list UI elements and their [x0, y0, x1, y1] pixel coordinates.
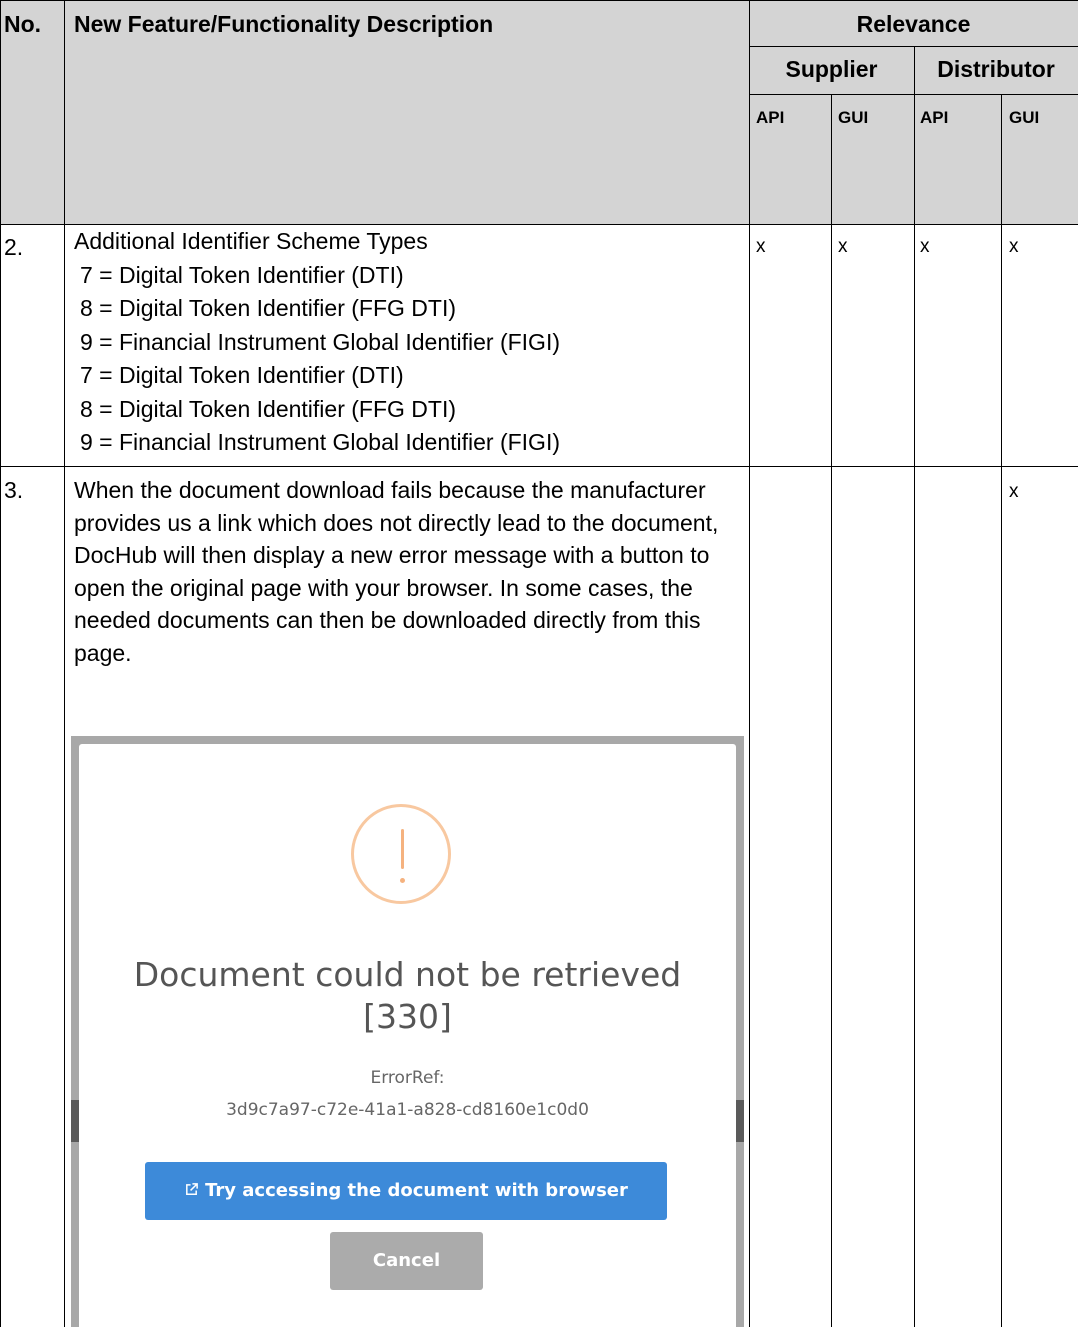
- grid-line: [0, 0, 1078, 1]
- try-browser-button[interactable]: Try accessing the document with browser: [145, 1162, 667, 1220]
- row-2-distributor-api-mark: x: [920, 236, 930, 257]
- header-distributor: Distributor: [937, 56, 1055, 82]
- error-dialog-screenshot: Document could not be retrieved [330] Er…: [71, 736, 744, 1327]
- header-relevance: Relevance: [856, 11, 971, 37]
- row-3-description: When the document download fails because…: [74, 477, 719, 666]
- header-distributor-api: API: [920, 108, 949, 127]
- grid-line: [914, 46, 915, 1327]
- row-2-distributor-gui-mark: x: [1009, 236, 1019, 257]
- row-2-title: Additional Identifier Scheme Types: [74, 228, 428, 254]
- grid-line: [749, 0, 750, 1327]
- error-dialog: Document could not be retrieved [330] Er…: [79, 744, 736, 1327]
- background-bar: [71, 1100, 79, 1142]
- header-supplier-api: API: [756, 108, 785, 127]
- grid-line: [64, 0, 65, 1327]
- error-ref-label: ErrorRef:: [370, 1068, 445, 1088]
- row-3-number: 3.: [4, 477, 24, 503]
- row-2-supplier-gui-mark: x: [838, 236, 848, 257]
- cancel-button[interactable]: Cancel: [330, 1232, 483, 1290]
- row-2-supplier-api-mark: x: [756, 236, 766, 257]
- scheme-line: 8 = Digital Token Identifier (FFG DTI): [80, 295, 457, 321]
- row-2-number: 2.: [4, 234, 24, 260]
- scheme-line: 7 = Digital Token Identifier (DTI): [80, 261, 404, 288]
- grid-line: [0, 466, 1078, 467]
- header-description: New Feature/Functionality Description: [74, 11, 494, 37]
- dialog-title-line-1: Document could not be retrieved: [133, 955, 682, 994]
- grid-line: [0, 224, 1078, 225]
- grid-line: [1001, 94, 1002, 1327]
- warning-exclamation-icon: [351, 804, 451, 904]
- background-bar: [736, 1100, 744, 1142]
- try-browser-label: Try accessing the document with browser: [205, 1180, 628, 1201]
- header-supplier-gui: GUI: [838, 108, 869, 127]
- grid-line: [0, 0, 1, 1327]
- header-supplier: Supplier: [785, 56, 878, 82]
- scheme-line: 9 = Financial Instrument Global Identifi…: [80, 328, 561, 355]
- header-no: No.: [4, 11, 42, 37]
- error-ref-value: 3d9c7a97-c72e-41a1-a828-cd8160e1c0d0: [226, 1100, 589, 1120]
- scheme-line: 8 = Digital Token Identifier (FFG DTI): [80, 395, 457, 422]
- header-distributor-gui: GUI: [1009, 108, 1040, 127]
- dialog-title-line-2: [330]: [363, 997, 452, 1036]
- row-2-description: Additional Identifier Scheme Types 7 = D…: [74, 228, 560, 463]
- grid-line: [831, 94, 832, 1327]
- dialog-title: Document could not be retrieved [330]: [79, 954, 736, 1038]
- external-link-icon: [184, 1162, 199, 1220]
- row-3-distributor-gui-mark: x: [1009, 481, 1019, 502]
- scheme-line: 7 = Digital Token Identifier (DTI): [80, 362, 404, 388]
- scheme-line: 9 = Financial Instrument Global Identifi…: [80, 429, 561, 455]
